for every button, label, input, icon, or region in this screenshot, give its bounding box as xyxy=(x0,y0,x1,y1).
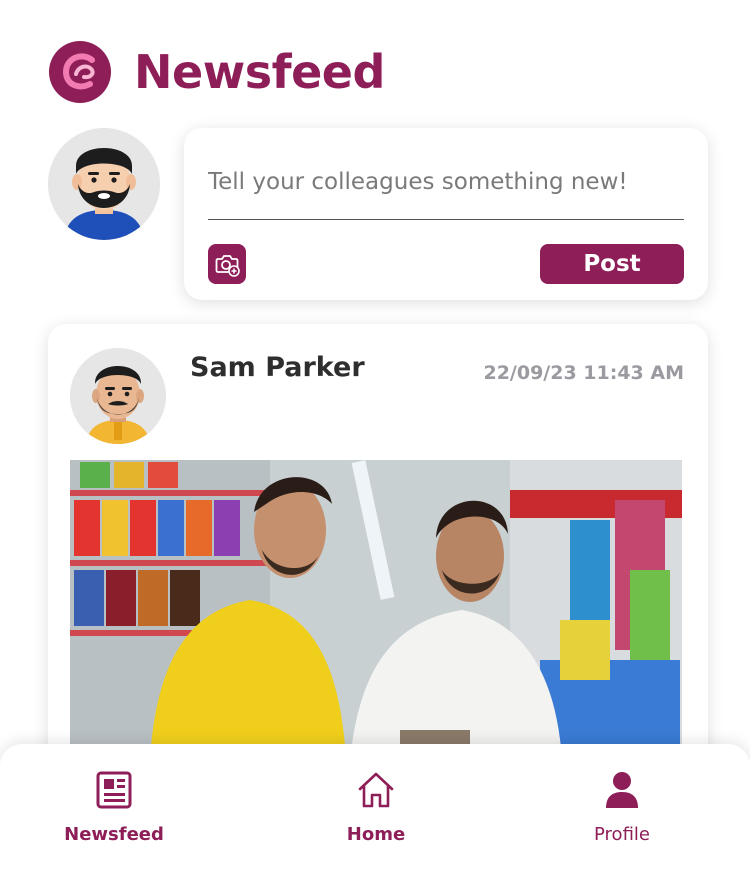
store-photo-image xyxy=(70,460,682,760)
post-button[interactable]: Post xyxy=(540,244,684,284)
author-avatar[interactable] xyxy=(70,348,166,444)
post-timestamp: 22/09/23 11:43 AM xyxy=(483,362,684,384)
nav-label-profile: Profile xyxy=(594,824,650,845)
nav-item-home[interactable]: Home xyxy=(316,744,436,872)
post-photo[interactable] xyxy=(70,460,682,760)
camera-add-icon xyxy=(215,255,240,277)
man-avatar-icon xyxy=(70,348,166,444)
post-card: Sam Parker 22/09/23 11:43 AM xyxy=(48,324,708,804)
bottom-navigation: Newsfeed Home Profile xyxy=(0,744,750,872)
post-composer: Post xyxy=(184,128,708,300)
nav-item-profile[interactable]: Profile xyxy=(562,744,682,872)
author-name[interactable]: Sam Parker xyxy=(190,352,365,383)
app-header: Newsfeed xyxy=(48,40,385,104)
nav-label-home: Home xyxy=(346,824,406,845)
bearded-man-avatar-icon xyxy=(48,128,160,240)
newspaper-icon xyxy=(96,771,132,809)
page-title: Newsfeed xyxy=(134,45,385,99)
status-input[interactable] xyxy=(208,158,684,220)
current-user-avatar[interactable] xyxy=(48,128,160,240)
person-icon xyxy=(606,772,638,808)
nav-item-newsfeed[interactable]: Newsfeed xyxy=(54,744,174,872)
app-logo-icon xyxy=(49,41,111,103)
home-icon xyxy=(358,772,394,808)
add-photo-button[interactable] xyxy=(208,244,246,284)
nav-label-newsfeed: Newsfeed xyxy=(64,824,164,845)
